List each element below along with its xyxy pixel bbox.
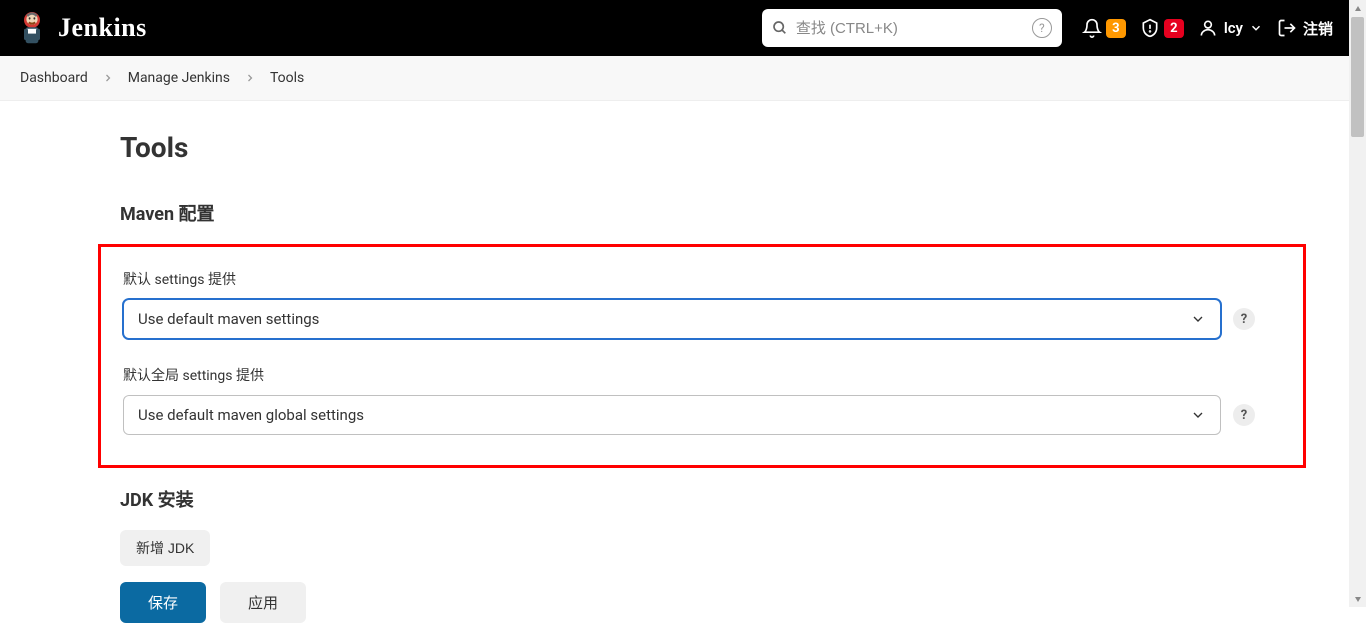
chevron-down-icon — [1190, 311, 1206, 327]
search-input[interactable] — [796, 20, 1024, 37]
user-icon — [1198, 18, 1218, 38]
section-jdk-title: JDK 安装 — [120, 486, 1349, 512]
brand-name: Jenkins — [58, 13, 147, 43]
default-settings-select[interactable]: Use default maven settings — [123, 299, 1221, 339]
notif-badge: 3 — [1106, 19, 1126, 38]
chevron-down-icon — [1190, 407, 1206, 423]
default-global-settings-label: 默认全局 settings 提供 — [123, 365, 1285, 385]
logout-label: 注销 — [1303, 18, 1333, 39]
form-actions: 保存 应用 — [120, 582, 1349, 623]
scrollbar-thumb[interactable] — [1351, 17, 1364, 137]
chevron-right-icon — [102, 72, 114, 84]
top-header: Jenkins ? 3 2 — [0, 0, 1349, 56]
select-value: Use default maven settings — [138, 310, 319, 328]
chevron-down-icon — [1249, 21, 1263, 35]
notifications-button[interactable]: 3 — [1082, 18, 1126, 38]
logout-button[interactable]: 注销 — [1277, 18, 1333, 39]
default-settings-label: 默认 settings 提供 — [123, 269, 1285, 289]
save-button[interactable]: 保存 — [120, 582, 206, 623]
search-icon — [772, 20, 788, 36]
search-box[interactable]: ? — [762, 9, 1062, 47]
breadcrumb-item[interactable]: Dashboard — [20, 70, 88, 86]
breadcrumb: Dashboard Manage Jenkins Tools — [0, 56, 1349, 101]
triangle-down-icon — [1353, 594, 1363, 604]
main-content: Tools Maven 配置 默认 settings 提供 Use defaul… — [0, 101, 1349, 643]
help-button[interactable]: ? — [1233, 308, 1255, 330]
select-value: Use default maven global settings — [138, 406, 364, 424]
security-alerts-button[interactable]: 2 — [1140, 18, 1184, 38]
help-button[interactable]: ? — [1233, 404, 1255, 426]
maven-config-highlight: 默认 settings 提供 Use default maven setting… — [98, 244, 1306, 468]
user-menu[interactable]: lcy — [1198, 18, 1263, 38]
bell-icon — [1082, 18, 1102, 38]
breadcrumb-item[interactable]: Manage Jenkins — [128, 70, 230, 86]
page-title: Tools — [120, 131, 1349, 164]
chevron-right-icon — [244, 72, 256, 84]
section-maven-title: Maven 配置 — [120, 200, 1349, 226]
default-global-settings-select[interactable]: Use default maven global settings — [123, 395, 1221, 435]
search-help-icon[interactable]: ? — [1032, 18, 1052, 38]
shield-icon — [1140, 18, 1160, 38]
scroll-up-button[interactable] — [1349, 0, 1366, 17]
add-jdk-button[interactable]: 新增 JDK — [120, 530, 210, 566]
logout-icon — [1277, 18, 1297, 38]
scroll-down-button[interactable] — [1349, 590, 1366, 607]
vertical-scrollbar[interactable] — [1349, 0, 1366, 607]
apply-button[interactable]: 应用 — [220, 582, 306, 623]
username-label: lcy — [1224, 19, 1243, 37]
breadcrumb-item[interactable]: Tools — [270, 70, 304, 86]
alert-badge: 2 — [1164, 19, 1184, 38]
brand-logo[interactable]: Jenkins — [16, 8, 147, 48]
jenkins-logo-icon — [16, 8, 48, 48]
triangle-up-icon — [1353, 4, 1363, 14]
